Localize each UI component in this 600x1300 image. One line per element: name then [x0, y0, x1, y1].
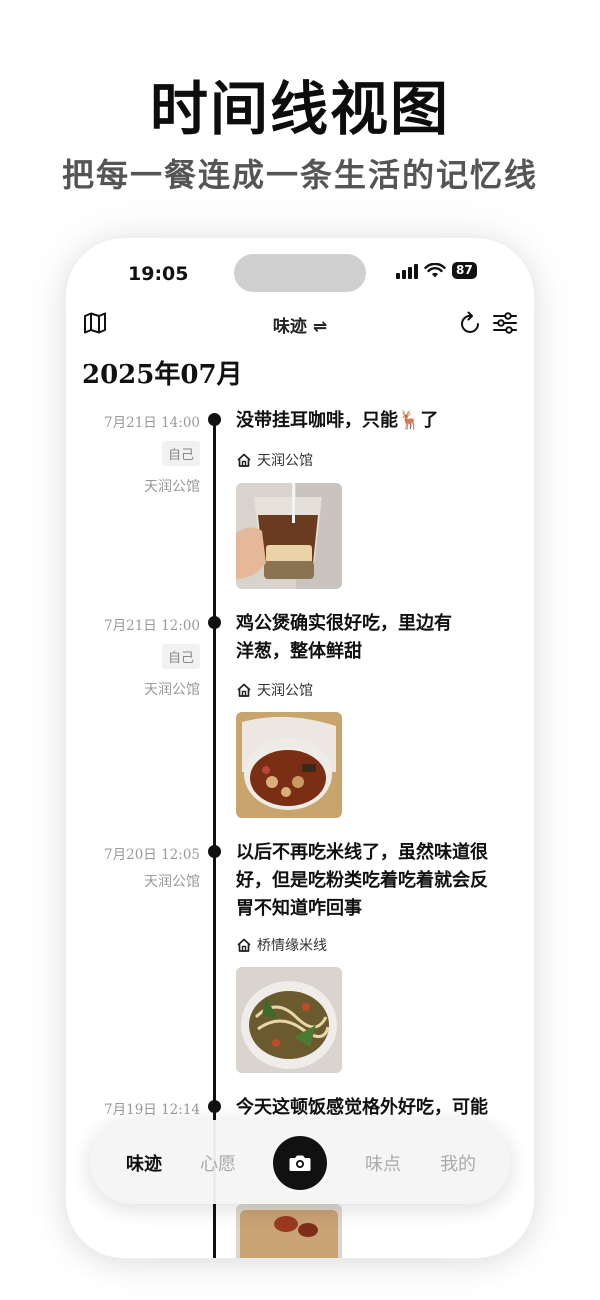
entry-place: 天润公馆	[144, 874, 200, 890]
entry-location-text: 天润公馆	[257, 683, 313, 699]
entry-photo[interactable]	[236, 1204, 342, 1258]
camera-icon	[289, 1155, 311, 1171]
month-heading: 2025年07月	[82, 360, 243, 390]
entry-tag: 自己	[161, 441, 200, 466]
entry-photo[interactable]	[236, 483, 342, 589]
refresh-icon[interactable]	[459, 310, 483, 336]
entry-photo[interactable]	[236, 712, 342, 818]
nav-bar: 味迹 ⇌	[66, 304, 534, 344]
entry-location-text: 天润公馆	[257, 453, 313, 469]
entry-time: 7月19日 12:14	[104, 1102, 200, 1118]
hero-title: 时间线视图	[149, 75, 450, 143]
battery-icon: 87	[452, 262, 477, 279]
signal-icon	[396, 263, 418, 279]
entry-location[interactable]: 桥情缘米线	[236, 935, 327, 955]
entry-tag: 自己	[161, 644, 200, 669]
tab-bar: 味迹 心愿 味点 我的	[90, 1120, 510, 1204]
tab-weidian[interactable]: 味点	[365, 1150, 401, 1176]
timeline-dot	[208, 845, 221, 858]
home-icon	[237, 453, 251, 467]
camera-button[interactable]	[273, 1136, 327, 1190]
entry-text: 今天这顿饭感觉格外好吃，可能	[236, 1097, 488, 1118]
entry-location-text: 桥情缘米线	[257, 938, 327, 954]
filter-icon[interactable]	[492, 310, 518, 336]
phone-frame: 19:05 87 味迹 ⇌ 2025年07月 7月21日 14:00 自己 天润…	[66, 238, 534, 1258]
home-icon	[237, 938, 251, 952]
home-icon	[237, 683, 251, 697]
entry-text: 没带挂耳咖啡，只能🦌了	[236, 410, 439, 431]
entry-photo[interactable]	[236, 967, 342, 1073]
status-icons: 87	[396, 262, 477, 279]
wifi-icon	[424, 262, 446, 277]
entry-time: 7月21日 14:00	[104, 415, 200, 431]
entry-location[interactable]: 天润公馆	[236, 450, 313, 470]
timeline-dot	[208, 616, 221, 629]
timeline-dot	[208, 1100, 221, 1113]
status-time: 19:05	[128, 263, 189, 285]
tab-weiji[interactable]: 味迹	[126, 1150, 162, 1176]
entry-text: 鸡公煲确实很好吃，里边有洋葱，整体鲜甜	[236, 613, 452, 662]
entry-place: 天润公馆	[144, 682, 200, 698]
entry-time: 7月21日 12:00	[104, 618, 200, 634]
tab-xinyuan[interactable]: 心愿	[200, 1150, 236, 1176]
hero-subtitle: 把每一餐连成一条生活的记忆线	[61, 156, 538, 194]
entry-place: 天润公馆	[144, 479, 200, 495]
timeline-dot	[208, 413, 221, 426]
tab-wode[interactable]: 我的	[440, 1150, 476, 1176]
entry-location[interactable]: 天润公馆	[236, 680, 313, 700]
entry-time: 7月20日 12:05	[104, 847, 200, 863]
entry-text: 以后不再吃米线了，虽然味道很好，但是吃粉类吃着吃着就会反胃不知道咋回事	[236, 842, 488, 919]
dynamic-island	[234, 254, 366, 292]
